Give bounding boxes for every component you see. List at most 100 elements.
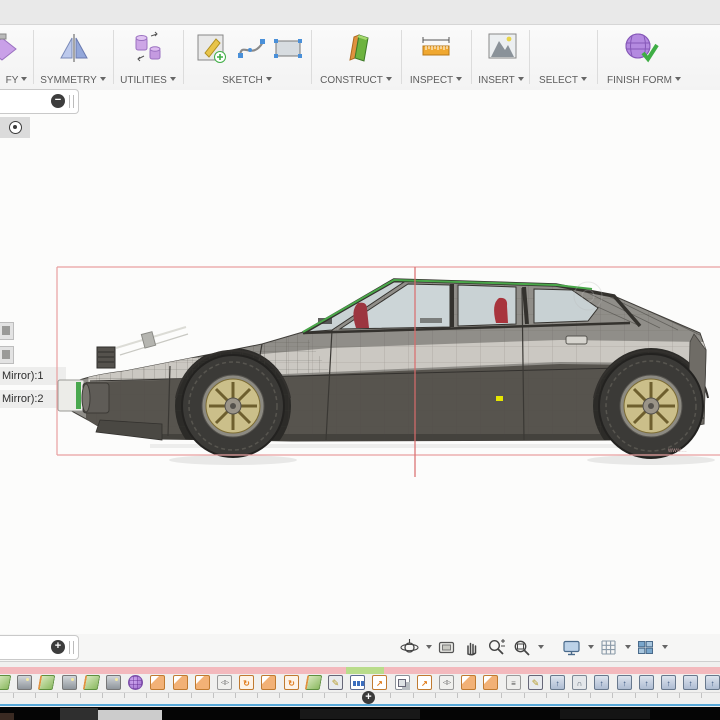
toolbar-group-label[interactable]: UTILITIES	[116, 75, 180, 86]
timeline-feature-combine[interactable]	[395, 675, 410, 690]
timeline-feature-extrude[interactable]	[705, 675, 720, 690]
timeline-feature-corner[interactable]	[150, 675, 165, 690]
navigation-toolbar	[398, 636, 668, 658]
symmetry-icon[interactable]	[57, 30, 91, 71]
toolbar-separator	[113, 30, 114, 84]
dropdown-caret	[385, 77, 392, 81]
toolbar-group-symmetry[interactable]: SYMMETRY	[36, 25, 110, 90]
utilities-icon[interactable]	[130, 30, 166, 71]
dropdown-caret[interactable]	[625, 645, 631, 649]
look-at-icon[interactable]	[435, 636, 457, 658]
timeline-feature-extrude[interactable]	[617, 675, 632, 690]
timeline-tick	[501, 693, 502, 698]
edit-form-icon[interactable]	[0, 32, 18, 69]
timeline-tick	[213, 693, 214, 698]
zoom-icon[interactable]	[485, 636, 507, 658]
toolbar-group-construct[interactable]: CONSTRUCT	[314, 25, 398, 90]
toolbar-separator	[401, 30, 402, 84]
toolbar-group-label[interactable]: SYMMETRY	[36, 75, 110, 86]
expand-icon[interactable]: +	[51, 640, 65, 654]
timeline-feature-corner[interactable]	[461, 675, 476, 690]
timeline-feature-pattern[interactable]	[350, 675, 365, 690]
timeline-tick	[324, 693, 325, 698]
grid-snap-icon[interactable]	[597, 636, 619, 658]
finish-form-icon[interactable]	[622, 30, 662, 71]
timeline-feature-plane[interactable]	[82, 675, 101, 690]
dropdown-caret	[21, 77, 28, 81]
timeline-feature-stitch[interactable]	[506, 675, 521, 690]
timeline-feature-extrude[interactable]	[550, 675, 565, 690]
insert-image-icon[interactable]	[485, 30, 519, 69]
dropdown-caret[interactable]	[662, 645, 668, 649]
timeline-feature-pull[interactable]	[417, 675, 432, 690]
timeline-feature-mirror[interactable]	[439, 675, 454, 690]
door-handle[interactable]	[565, 335, 588, 345]
timeline-feature-revolve[interactable]	[239, 675, 254, 690]
car-glasshouse[interactable]	[302, 278, 642, 335]
timeline-feature-revolve[interactable]	[284, 675, 299, 690]
pan-icon[interactable]	[460, 636, 482, 658]
toolbar-group-sketch[interactable]: SKETCH	[186, 25, 308, 90]
timeline-feature-extrude[interactable]	[683, 675, 698, 690]
toolbar-group-label[interactable]: FY	[0, 75, 33, 86]
toolbar-group-label[interactable]: FINISH FORM	[600, 75, 688, 86]
timeline-feature-extrude[interactable]	[594, 675, 609, 690]
timeline-feature-pull[interactable]	[372, 675, 387, 690]
toolbar-group-modify[interactable]: FY	[0, 25, 33, 90]
toolbar-group-label[interactable]: INSPECT	[404, 75, 468, 86]
timeline-expand-pill[interactable]: +	[0, 635, 79, 660]
timeline-feature-sketch[interactable]	[328, 675, 343, 690]
timeline-playhead[interactable]: +	[362, 691, 375, 704]
timeline-feature-sketch[interactable]	[528, 675, 543, 690]
toolbar-group-select[interactable]: SELECT	[532, 25, 594, 90]
create-sketch-icon[interactable]	[194, 30, 228, 71]
timeline-feature-plane[interactable]	[304, 675, 323, 690]
orbit-icon[interactable]	[398, 636, 420, 658]
toolbar-group-finish-form[interactable]: FINISH FORM	[600, 25, 688, 90]
timeline-tick	[257, 693, 258, 698]
toolbar-group-label[interactable]: SKETCH	[186, 75, 308, 86]
toolbar-group-utilities[interactable]: UTILITIES	[116, 25, 180, 90]
timeline-feature-form[interactable]	[128, 675, 143, 690]
timeline-tick	[35, 693, 36, 698]
front-wheel[interactable]	[181, 354, 285, 458]
timeline-feature-canvas[interactable]	[62, 675, 77, 690]
timeline-feature-extrude[interactable]	[661, 675, 676, 690]
timeline-active-band	[346, 667, 384, 674]
timeline-feature-plane[interactable]	[37, 675, 56, 690]
spline-icon[interactable]	[236, 35, 268, 66]
timeline-tick	[302, 693, 303, 698]
panel-grip[interactable]	[69, 641, 74, 654]
rectangle-sketch-icon[interactable]	[272, 37, 304, 66]
dropdown-caret[interactable]	[426, 645, 432, 649]
toolbar-group-label[interactable]: SELECT	[532, 75, 594, 86]
display-settings-icon[interactable]	[560, 636, 582, 658]
toolbar-group-label[interactable]: INSERT	[474, 75, 528, 86]
viewports-icon[interactable]	[634, 636, 656, 658]
selected-point[interactable]	[496, 396, 503, 401]
timeline-feature-corner[interactable]	[483, 675, 498, 690]
fit-view-icon[interactable]	[510, 636, 532, 658]
timeline-ruler[interactable]	[0, 692, 720, 701]
timeline-feature-corner[interactable]	[261, 675, 276, 690]
toolbar-group-inspect[interactable]: INSPECT	[404, 25, 468, 90]
model-viewport[interactable]: − Mirror):1 Mirror):2 www…	[0, 89, 720, 634]
timeline-feature-plane[interactable]	[0, 675, 12, 690]
toolbar-group-insert[interactable]: INSERT	[474, 25, 528, 90]
dropdown-caret[interactable]	[538, 645, 544, 649]
timeline-feature-corner[interactable]	[173, 675, 188, 690]
timeline-feature-mirror[interactable]	[217, 675, 232, 690]
timeline-feature-canvas[interactable]	[17, 675, 32, 690]
measure-icon[interactable]	[419, 34, 453, 65]
timeline-tick	[479, 693, 480, 698]
car-model-canvas[interactable]: www…	[0, 90, 720, 634]
rear-wheel[interactable]	[598, 353, 704, 459]
timeline-feature-corner[interactable]	[195, 675, 210, 690]
toolbar-group-label[interactable]: CONSTRUCT	[314, 75, 398, 86]
timeline-tick	[191, 693, 192, 698]
timeline-feature-canvas[interactable]	[106, 675, 121, 690]
dropdown-caret[interactable]	[588, 645, 594, 649]
construction-plane-icon[interactable]	[342, 30, 374, 71]
timeline-feature-extrude[interactable]	[639, 675, 654, 690]
timeline-feature-fillet[interactable]	[572, 675, 587, 690]
